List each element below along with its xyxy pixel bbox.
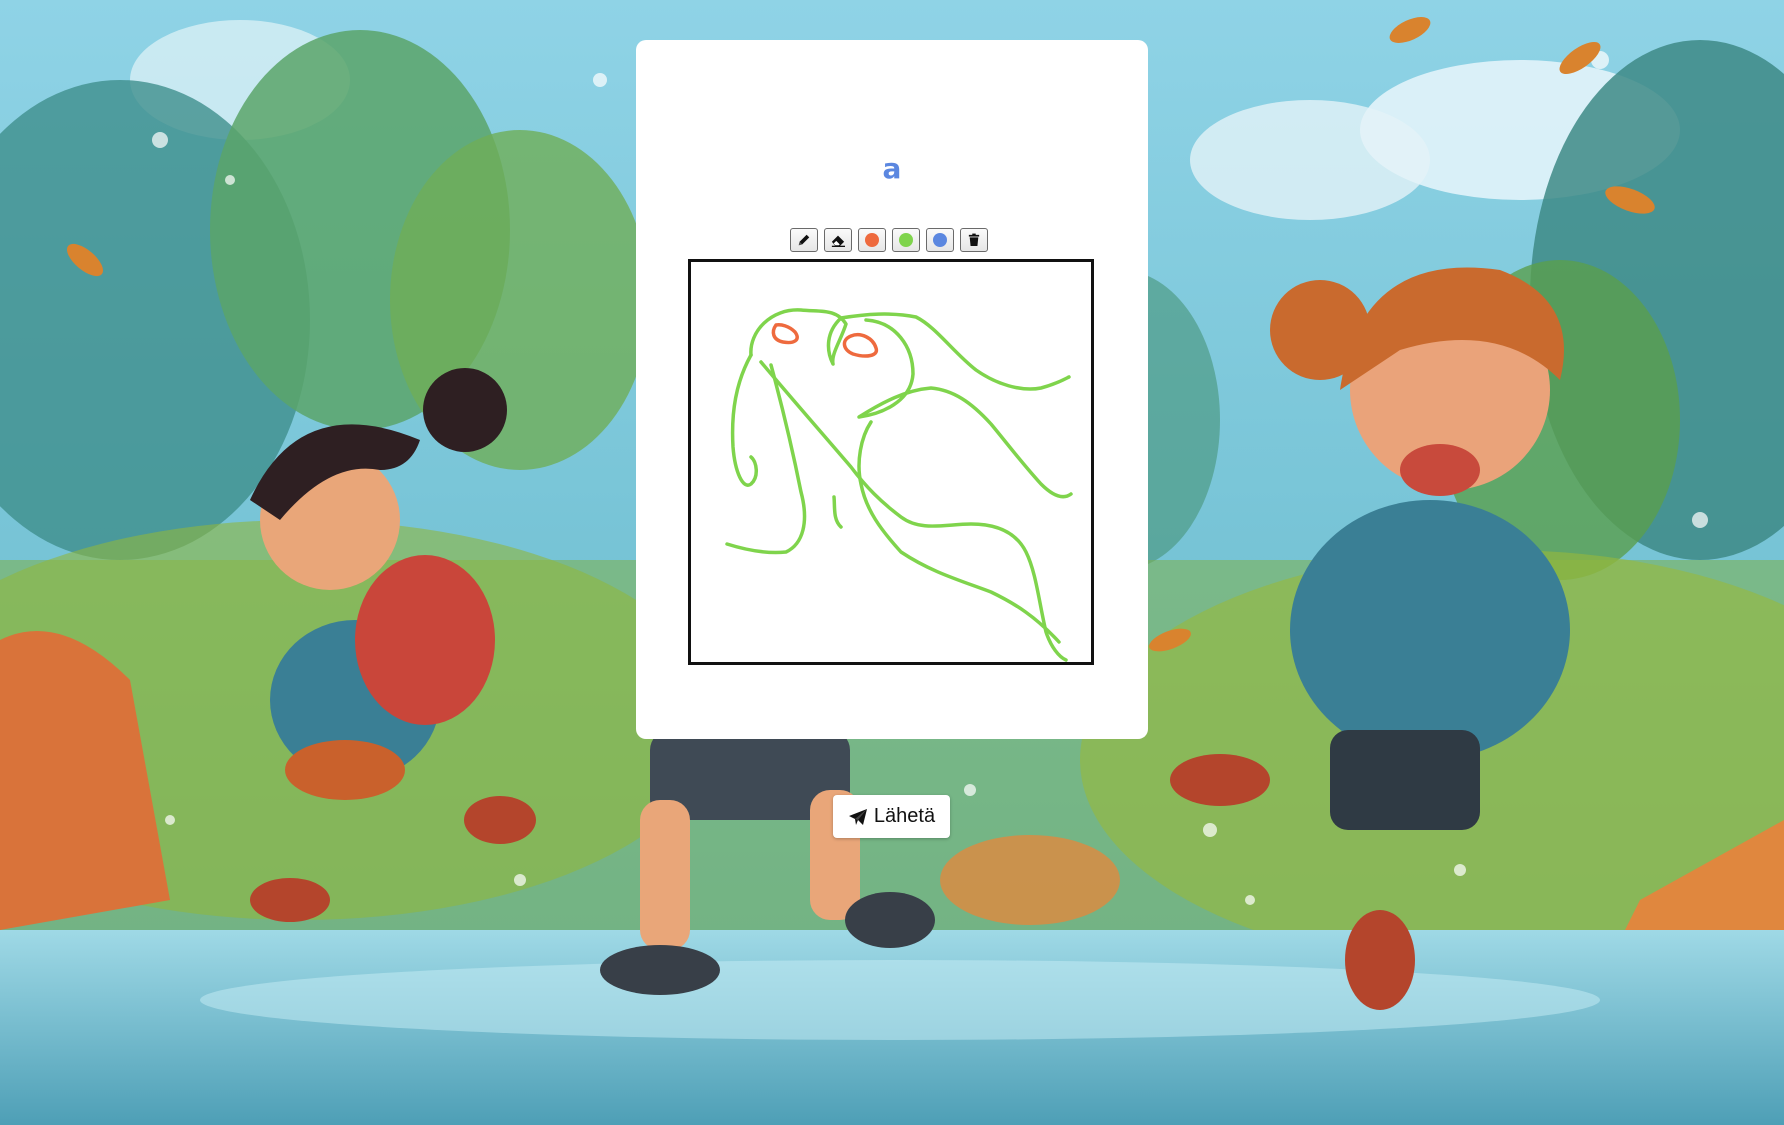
color-button-green[interactable] (892, 228, 920, 252)
letter-prompt: a (882, 152, 902, 185)
trash-icon (968, 233, 980, 246)
drawing-canvas[interactable] (688, 259, 1094, 665)
send-button[interactable]: Lähetä (833, 795, 950, 838)
eraser-tool-button[interactable] (824, 228, 852, 252)
stroke-green-inner (725, 363, 807, 555)
stroke-green-neck (759, 360, 1068, 662)
eraser-icon (831, 235, 845, 247)
pencil-icon (798, 234, 810, 246)
color-swatch-blue (933, 233, 947, 247)
color-swatch-red (865, 233, 879, 247)
stroke-green-leg (857, 420, 1061, 644)
stroke-green-body (730, 353, 758, 487)
stroke-red-eye-right (842, 333, 879, 358)
color-button-red[interactable] (858, 228, 886, 252)
stroke-red-eye-left (771, 323, 799, 345)
send-button-label: Lähetä (873, 805, 936, 827)
drawing-strokes (725, 308, 1073, 662)
color-swatch-green (899, 233, 913, 247)
clear-canvas-button[interactable] (960, 228, 988, 252)
paper-plane-icon (848, 808, 867, 825)
stroke-green-tick (832, 495, 843, 529)
drawing-card: a (636, 40, 1148, 739)
stroke-green-arch (857, 318, 1073, 499)
color-button-blue[interactable] (926, 228, 954, 252)
drawing-toolbar (790, 228, 1000, 254)
pencil-tool-button[interactable] (790, 228, 818, 252)
